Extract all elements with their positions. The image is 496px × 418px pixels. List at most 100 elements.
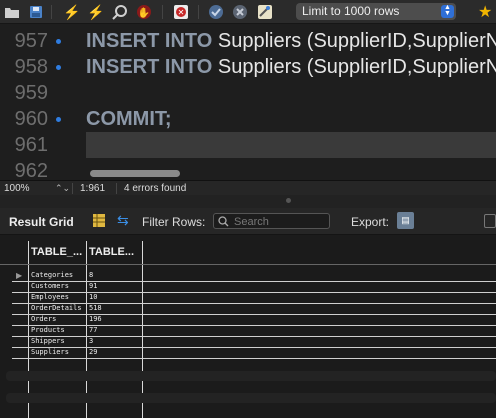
cell-table-name[interactable]: Employees <box>31 292 69 303</box>
limit-rows-select[interactable]: Limit to 1000 rows ▲ ▼ <box>296 3 456 20</box>
toolbar-divider <box>198 5 199 19</box>
row-divider <box>12 292 496 293</box>
export-table-icon[interactable]: ▤ <box>397 212 414 229</box>
stop-hand-icon[interactable]: ✋ <box>135 3 153 21</box>
empty-row-band <box>6 371 496 381</box>
main-toolbar: ⚡ ⚡ ✋ ✕ Limit to 1000 rows ▲ ▼ ★ <box>0 0 496 24</box>
editor-line-current: 961 <box>0 132 496 158</box>
cell-table-rows[interactable]: 77 <box>89 325 97 336</box>
cell-table-name[interactable]: Orders <box>31 314 56 325</box>
empty-row-band <box>6 393 496 403</box>
cell-table-name[interactable]: OrderDetails <box>31 303 82 314</box>
horizontal-scrollbar[interactable] <box>90 170 180 177</box>
svg-text:✕: ✕ <box>178 8 185 17</box>
column-header-table-name[interactable]: TABLE_... <box>31 241 82 263</box>
cell-table-name[interactable]: Shippers <box>31 336 65 347</box>
status-divider <box>116 183 117 194</box>
statement-marker-icon <box>56 65 61 70</box>
grid-header: TABLE_... TABLE... <box>0 241 496 263</box>
statement-marker-icon <box>56 39 61 44</box>
cell-table-rows[interactable]: 518 <box>89 303 102 314</box>
search-input[interactable] <box>234 215 326 228</box>
commit-check-icon[interactable] <box>207 3 225 21</box>
row-divider <box>12 281 496 282</box>
rollback-cross-icon[interactable] <box>231 3 249 21</box>
cell-table-rows[interactable]: 8 <box>89 270 93 281</box>
refresh-icon[interactable]: ⇆ <box>117 212 129 229</box>
save-icon[interactable] <box>27 3 45 21</box>
editor-line: 962 <box>0 158 496 180</box>
error-count[interactable]: 4 errors found <box>124 181 186 196</box>
current-line-highlight <box>86 132 496 158</box>
header-divider <box>0 264 496 265</box>
toggle-stop-on-error-icon[interactable]: ✕ <box>172 3 190 21</box>
cell-table-rows[interactable]: 91 <box>89 281 97 292</box>
line-number: 957 <box>14 30 48 52</box>
cell-table-name[interactable]: Categories <box>31 270 73 281</box>
table-row[interactable]: OrderDetails 518 <box>0 303 496 314</box>
export-label: Export: <box>351 215 390 229</box>
select-stepper-icon: ▲ ▼ <box>441 4 454 18</box>
cell-table-name[interactable]: Products <box>31 325 65 336</box>
line-number: 960 <box>14 108 48 130</box>
table-row[interactable]: Orders 196 <box>0 314 496 325</box>
row-divider <box>12 325 496 326</box>
editor-line: 957 INSERT INTO Suppliers (SupplierID,Su… <box>0 28 496 54</box>
cell-table-rows[interactable]: 29 <box>89 347 97 358</box>
bookmark-star-icon[interactable]: ★ <box>478 2 492 22</box>
cell-table-rows[interactable]: 196 <box>89 314 102 325</box>
filter-search-box[interactable] <box>213 213 330 229</box>
result-grid-title[interactable]: Result Grid <box>9 215 74 229</box>
editor-line: 960 COMMIT; <box>0 106 496 132</box>
status-divider <box>72 183 73 194</box>
beautify-query-icon[interactable] <box>256 3 274 21</box>
execute-current-statement-icon[interactable]: ⚡ <box>87 3 105 21</box>
cell-table-rows[interactable]: 10 <box>89 292 97 303</box>
execute-lightning-icon[interactable]: ⚡ <box>63 3 81 21</box>
code-text: COMMIT; <box>86 106 172 132</box>
cell-table-name[interactable]: Customers <box>31 281 69 292</box>
column-header-table-rows[interactable]: TABLE... <box>89 241 134 263</box>
explain-magnifier-icon[interactable] <box>111 3 129 21</box>
row-divider <box>12 303 496 304</box>
editor-status-bar: 100% ⌃⌄ 1:961 4 errors found <box>0 180 496 195</box>
cell-table-name[interactable]: Suppliers <box>31 347 69 358</box>
row-divider <box>12 314 496 315</box>
sql-text: Suppliers (SupplierID,SupplierN <box>212 30 496 52</box>
table-row[interactable]: Shippers 3 <box>0 336 496 347</box>
cursor-position: 1:961 <box>80 183 106 194</box>
sql-keyword: INSERT INTO <box>86 56 213 78</box>
table-row[interactable]: Categories 8 <box>0 270 496 281</box>
toolbar-divider <box>162 5 163 19</box>
code-text: INSERT INTO Suppliers (SupplierID,Suppli… <box>86 28 496 54</box>
table-row[interactable]: Suppliers 29 <box>0 347 496 358</box>
cell-table-rows[interactable]: 3 <box>89 336 93 347</box>
statement-marker-icon <box>56 117 61 122</box>
row-divider <box>12 358 496 359</box>
zoom-level[interactable]: 100% <box>4 181 30 196</box>
wrap-cell-checkbox[interactable] <box>484 214 496 228</box>
table-row[interactable]: Employees 10 <box>0 292 496 303</box>
filter-rows-label: Filter Rows: <box>142 215 206 229</box>
result-grid[interactable]: TABLE_... TABLE... ▶ Categories 8 Custom… <box>0 235 496 418</box>
toolbar-divider <box>51 5 52 19</box>
editor-line: 959 <box>0 80 496 106</box>
splitter-handle-icon[interactable] <box>286 198 291 203</box>
row-divider <box>12 347 496 348</box>
open-folder-icon[interactable] <box>3 3 21 21</box>
line-number: 962 <box>14 160 48 180</box>
result-toolbar: Result Grid ⇆ Filter Rows: Export: ▤ <box>0 208 496 235</box>
panel-splitter[interactable] <box>0 195 496 208</box>
sql-text: Suppliers (SupplierID,SupplierN <box>212 56 496 78</box>
zoom-stepper-icon[interactable]: ⌃⌄ <box>55 181 70 196</box>
svg-text:✋: ✋ <box>138 6 150 19</box>
row-divider <box>12 336 496 337</box>
sql-keyword: COMMIT; <box>86 108 172 130</box>
line-number: 959 <box>14 82 48 104</box>
grid-layout-icon[interactable] <box>93 214 105 227</box>
table-row[interactable]: Products 77 <box>0 325 496 336</box>
sql-keyword: INSERT INTO <box>86 30 213 52</box>
table-row[interactable]: Customers 91 <box>0 281 496 292</box>
line-number: 961 <box>14 134 48 156</box>
sql-editor[interactable]: 957 INSERT INTO Suppliers (SupplierID,Su… <box>0 24 496 180</box>
